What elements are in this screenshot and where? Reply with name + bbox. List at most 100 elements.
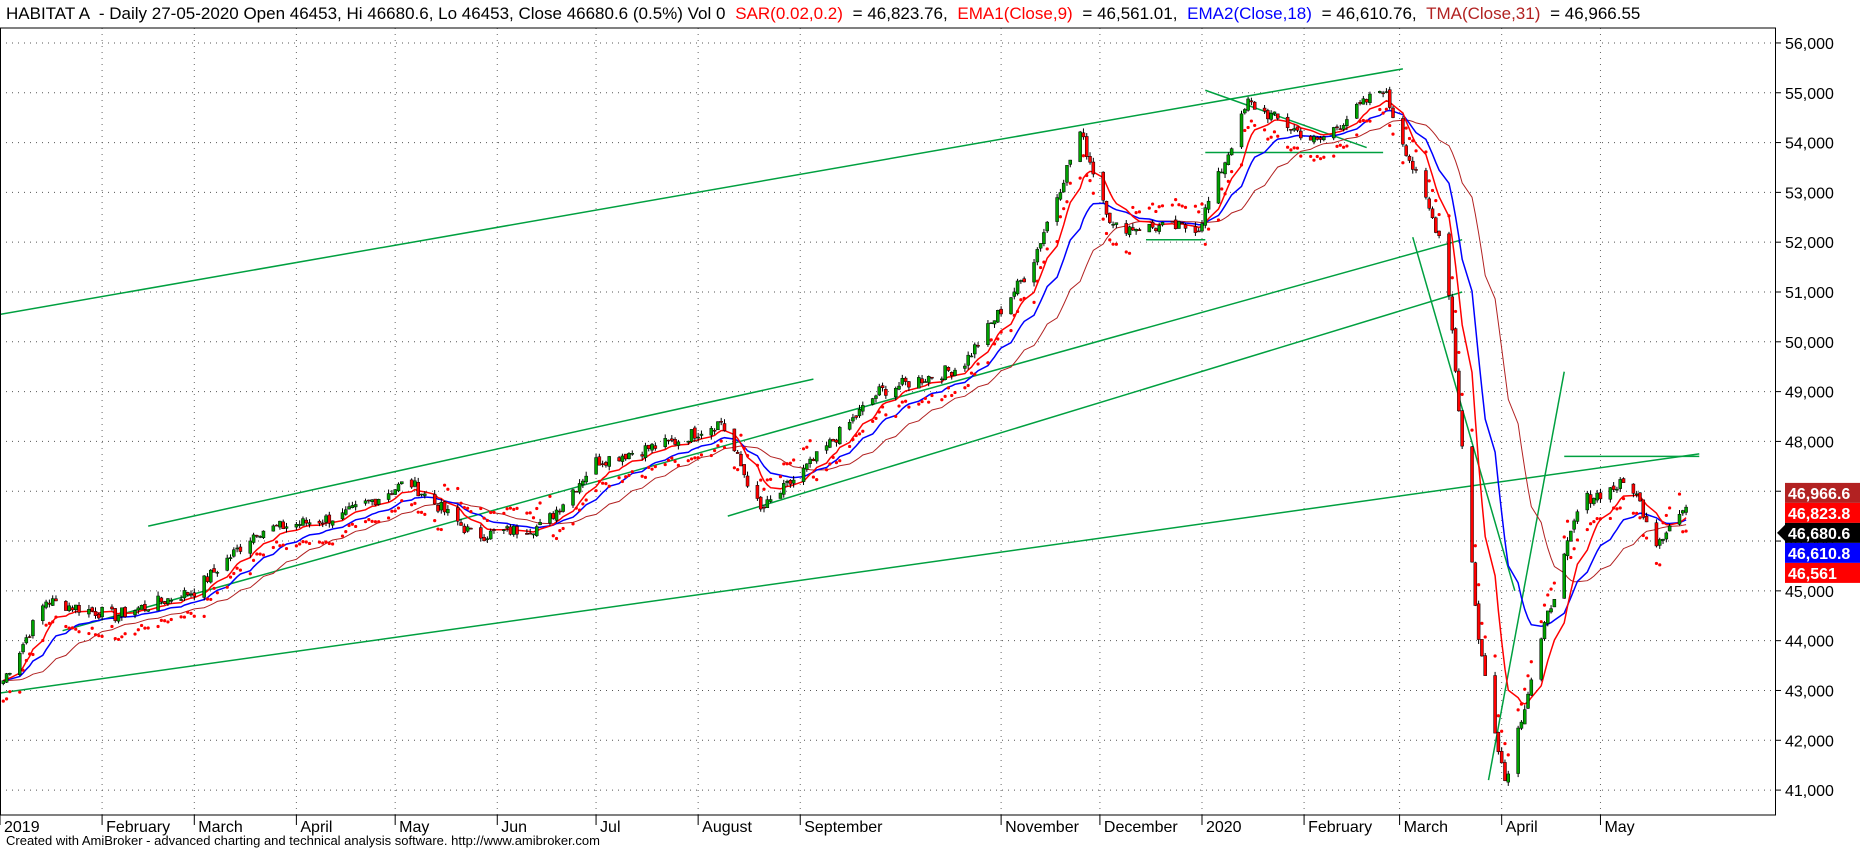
candle-body	[785, 481, 789, 483]
candle-body	[930, 376, 934, 379]
candle-body	[54, 598, 58, 602]
sar-dot	[482, 516, 486, 520]
sar-dot	[620, 479, 625, 484]
candle-body	[136, 607, 141, 611]
candle-body	[232, 549, 236, 557]
sar-dot	[894, 414, 898, 418]
sar-dot	[755, 463, 760, 467]
sar-dot	[1276, 134, 1280, 138]
sar-dot	[1206, 227, 1211, 231]
sar-dot	[393, 509, 397, 513]
candle-body	[1322, 136, 1326, 141]
sar-dot	[100, 634, 104, 638]
candle-body	[1615, 488, 1619, 491]
sar-dot	[1592, 520, 1596, 524]
sar-dot	[607, 484, 611, 488]
sar-dot	[601, 481, 605, 485]
sar-dot	[1101, 217, 1105, 221]
candle-body	[1483, 655, 1487, 676]
candle-body	[1664, 532, 1669, 540]
candle-body	[21, 644, 25, 653]
sar-dot	[439, 527, 443, 532]
candle-body	[1516, 727, 1520, 774]
candle-body	[1450, 296, 1455, 331]
sar-dot	[1341, 145, 1346, 149]
candle-body	[1447, 233, 1451, 296]
sar-dot	[1032, 300, 1036, 304]
sar-dot	[423, 512, 427, 516]
candle-body	[1173, 219, 1178, 230]
candle-body	[1180, 222, 1184, 224]
candle-body	[1572, 520, 1576, 530]
candle-body	[673, 439, 677, 445]
candle-body	[758, 496, 763, 510]
candle-body	[1157, 225, 1161, 232]
candle-body	[1546, 610, 1550, 624]
candle-body	[320, 522, 325, 525]
candle-body	[77, 605, 81, 613]
candle-body	[699, 433, 704, 436]
candle-body	[623, 453, 628, 460]
sar-dot	[1546, 593, 1550, 597]
sar-dot	[1542, 603, 1547, 607]
sar-dot	[67, 626, 71, 630]
candle-body	[903, 377, 908, 382]
candle-body	[139, 604, 144, 610]
sar-dot	[584, 498, 588, 502]
candle-body	[926, 376, 931, 383]
sar-dot	[370, 519, 374, 523]
sar-dot	[1114, 242, 1118, 246]
sar-dot	[41, 638, 45, 643]
sar-dot	[90, 626, 94, 630]
candle-body	[347, 506, 351, 510]
sar-dot	[986, 361, 990, 365]
sar-dot	[1045, 247, 1049, 251]
sar-dot	[571, 522, 575, 526]
candle-body	[212, 568, 216, 573]
sar-dot	[64, 624, 68, 629]
candle-body	[880, 385, 885, 388]
sar-dot	[1430, 188, 1435, 193]
candle-body	[1019, 280, 1023, 282]
candle-body	[1341, 125, 1346, 130]
candle-body	[307, 522, 312, 525]
sar-dot	[77, 630, 81, 634]
sar-dot	[1365, 119, 1369, 123]
sar-dot	[815, 478, 819, 482]
sar-dot	[512, 507, 516, 511]
candle-body	[1015, 280, 1020, 295]
sar-dot	[647, 465, 651, 469]
candle-body	[1457, 370, 1461, 412]
candle-body	[1526, 693, 1530, 709]
candle-body	[1170, 221, 1175, 223]
candle-body	[1, 680, 6, 684]
candle-body	[120, 607, 124, 617]
sar-dot	[492, 510, 496, 515]
candle-body	[1038, 243, 1043, 249]
sar-dot	[1183, 205, 1188, 209]
sar-dot	[1516, 708, 1520, 712]
header-ind-1-label: EMA1(Close,9)	[957, 4, 1072, 23]
candle-body	[27, 636, 32, 638]
candle-body	[97, 613, 101, 619]
sar-dot	[689, 457, 694, 461]
sar-dot	[74, 627, 78, 631]
sar-dot	[4, 697, 9, 701]
sar-dot	[1585, 527, 1589, 532]
sar-dot	[235, 566, 239, 570]
sar-dot	[535, 506, 539, 511]
chart-window: 41,00042,00043,00044,00045,00046,00047,0…	[0, 0, 1860, 852]
candle-body	[1226, 154, 1231, 165]
candle-body	[762, 506, 766, 509]
candle-body	[1216, 171, 1221, 204]
candle-body	[274, 524, 279, 527]
sar-dot	[44, 623, 48, 627]
price-chart[interactable]: 41,00042,00043,00044,00045,00046,00047,0…	[0, 0, 1860, 852]
candle-body	[436, 504, 440, 512]
y-tick-label: 42,000	[1785, 733, 1834, 750]
sar-dot	[159, 618, 163, 623]
sar-dot	[713, 448, 717, 453]
candle-body	[897, 385, 901, 390]
sar-dot	[225, 585, 229, 589]
candle-body	[70, 607, 75, 611]
